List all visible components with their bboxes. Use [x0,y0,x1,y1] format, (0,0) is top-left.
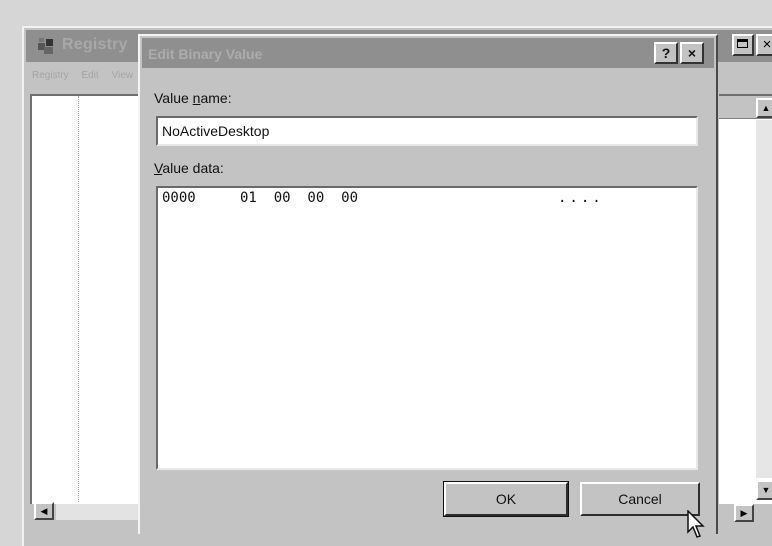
scroll-right-icon[interactable]: ▶ [734,504,754,522]
registry-menubar: Registry Edit View [32,70,143,81]
mouse-cursor-icon [687,510,705,538]
values-vertical-scrollbar[interactable] [756,120,772,478]
registry-app-icon [38,38,53,54]
tree-horizontal-scrollbar[interactable] [56,504,142,520]
help-button[interactable]: ? [654,42,678,64]
menu-registry[interactable]: Registry [32,70,69,81]
menu-view[interactable]: View [111,70,133,81]
menu-edit[interactable]: Edit [81,70,98,81]
dialog-close-button[interactable]: × [680,42,704,64]
scroll-up-icon[interactable]: ▲ [756,98,772,118]
hex-ascii[interactable]: .... [558,190,604,206]
dialog-title: Edit Binary Value [148,46,263,62]
hex-bytes[interactable]: 01 00 00 00 [240,190,358,206]
value-name-label: Value name: [154,90,232,106]
registry-window-title: Registry [62,36,128,53]
edit-binary-value-dialog: Edit Binary Value ? × Value name: NoActi… [138,34,718,538]
registry-key-tree[interactable] [30,94,142,504]
scroll-down-icon[interactable]: ▼ [756,480,772,500]
hex-offset: 0000 [162,190,196,206]
size-grip[interactable] [756,504,772,524]
value-data-label: Value data: [154,160,224,176]
ok-button[interactable]: OK [444,482,568,516]
value-name-field[interactable]: NoActiveDesktop [156,116,698,146]
scroll-left-icon[interactable]: ◀ [34,502,54,520]
tree-connector-line [78,96,79,502]
maximize-button[interactable] [732,34,754,56]
dialog-titlebar: Edit Binary Value ? × [142,38,714,68]
close-button[interactable]: × [756,34,772,56]
cancel-button[interactable]: Cancel [580,482,700,516]
value-data-hex-editor[interactable]: 0000 01 00 00 00 .... [156,186,698,470]
